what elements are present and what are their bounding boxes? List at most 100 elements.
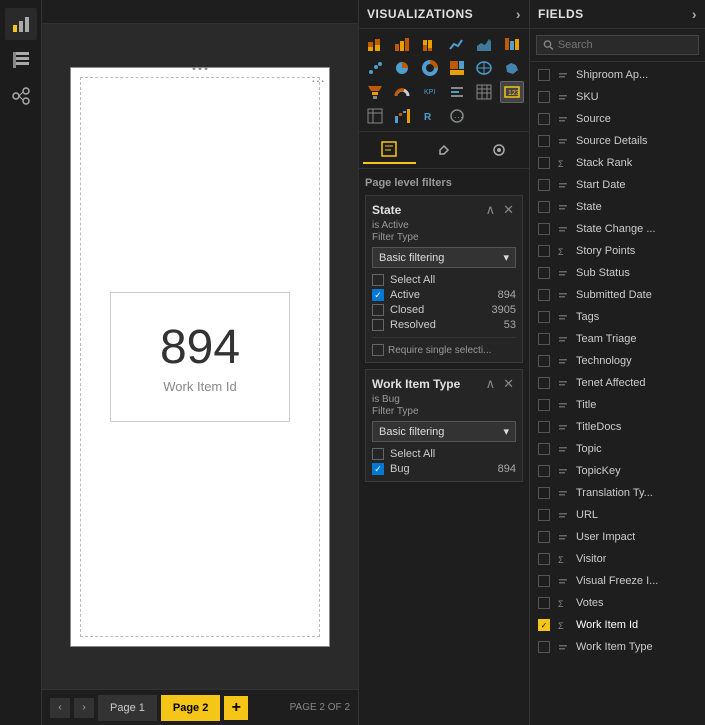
field-item[interactable]: ΣStack Rank xyxy=(530,152,705,174)
field-checkbox[interactable] xyxy=(538,487,550,499)
filter-state-expand[interactable]: ∧ xyxy=(484,202,498,218)
viz-table[interactable] xyxy=(472,81,496,103)
viz-treemap[interactable] xyxy=(445,57,469,79)
field-item[interactable]: Translation Ty... xyxy=(530,482,705,504)
field-item[interactable]: TopicKey xyxy=(530,460,705,482)
viz-tab-analytics[interactable] xyxy=(472,136,525,164)
field-checkbox[interactable] xyxy=(538,245,550,257)
fields-search-input[interactable] xyxy=(558,39,692,51)
viz-line[interactable] xyxy=(445,33,469,55)
field-checkbox[interactable] xyxy=(538,223,550,235)
field-checkbox[interactable] xyxy=(538,333,550,345)
field-checkbox[interactable] xyxy=(538,377,550,389)
field-checkbox[interactable] xyxy=(538,597,550,609)
field-checkbox[interactable] xyxy=(538,399,550,411)
viz-slicer[interactable] xyxy=(445,81,469,103)
filter-wit-selectall[interactable]: Select All xyxy=(372,448,516,460)
viz-card[interactable]: 123 xyxy=(500,81,524,103)
viz-map[interactable] xyxy=(472,57,496,79)
filter-state-resolved-checkbox[interactable] xyxy=(372,319,384,331)
filter-state-dropdown[interactable]: Basic filtering ▾ xyxy=(372,247,516,268)
field-item[interactable]: Topic xyxy=(530,438,705,460)
add-page-btn[interactable]: + xyxy=(224,696,248,720)
viz-100-bar[interactable] xyxy=(418,33,442,55)
viz-matrix[interactable] xyxy=(363,105,387,127)
field-item[interactable]: TitleDocs xyxy=(530,416,705,438)
field-item[interactable]: Title xyxy=(530,394,705,416)
viz-panel-arrow[interactable]: › xyxy=(516,6,521,22)
field-checkbox[interactable] xyxy=(538,619,550,631)
viz-gauge[interactable] xyxy=(390,81,414,103)
sidebar-item-report[interactable] xyxy=(5,8,37,40)
field-checkbox[interactable] xyxy=(538,465,550,477)
field-item[interactable]: ΣWork Item Id xyxy=(530,614,705,636)
field-item[interactable]: Tenet Affected xyxy=(530,372,705,394)
filter-wit-dropdown[interactable]: Basic filtering ▾ xyxy=(372,421,516,442)
viz-filled-map[interactable] xyxy=(500,57,524,79)
viz-stacked-bar[interactable] xyxy=(363,33,387,55)
field-checkbox[interactable] xyxy=(538,91,550,103)
field-item[interactable]: Technology xyxy=(530,350,705,372)
filter-wit-close[interactable]: ✕ xyxy=(501,376,516,392)
field-item[interactable]: Source xyxy=(530,108,705,130)
field-item[interactable]: URL xyxy=(530,504,705,526)
field-checkbox[interactable] xyxy=(538,641,550,653)
filter-option-selectall[interactable]: Select All xyxy=(372,274,516,286)
field-checkbox[interactable] xyxy=(538,355,550,367)
field-checkbox[interactable] xyxy=(538,201,550,213)
field-checkbox[interactable] xyxy=(538,575,550,587)
viz-scatter[interactable] xyxy=(363,57,387,79)
field-item[interactable]: Team Triage xyxy=(530,328,705,350)
field-item[interactable]: ΣStory Points xyxy=(530,240,705,262)
filter-state-closed-checkbox[interactable] xyxy=(372,304,384,316)
filter-option-active[interactable]: Active 894 xyxy=(372,289,516,301)
viz-ribbon[interactable] xyxy=(500,33,524,55)
field-item[interactable]: Tags xyxy=(530,306,705,328)
field-item[interactable]: Source Details xyxy=(530,130,705,152)
filter-option-resolved[interactable]: Resolved 53 xyxy=(372,319,516,331)
field-checkbox[interactable] xyxy=(538,531,550,543)
field-checkbox[interactable] xyxy=(538,179,550,191)
viz-funnel[interactable] xyxy=(363,81,387,103)
viz-donut[interactable] xyxy=(418,57,442,79)
field-item[interactable]: User Impact xyxy=(530,526,705,548)
filter-wit-bug[interactable]: Bug 894 xyxy=(372,463,516,475)
require-single-checkbox[interactable] xyxy=(372,344,384,356)
field-item[interactable]: Visual Freeze I... xyxy=(530,570,705,592)
filter-state-selectall-checkbox[interactable] xyxy=(372,274,384,286)
sidebar-item-data[interactable] xyxy=(5,44,37,76)
viz-kpi[interactable]: KPI xyxy=(418,81,442,103)
filter-option-closed[interactable]: Closed 3905 xyxy=(372,304,516,316)
field-checkbox[interactable] xyxy=(538,289,550,301)
field-checkbox[interactable] xyxy=(538,113,550,125)
viz-bar[interactable] xyxy=(390,33,414,55)
field-checkbox[interactable] xyxy=(538,135,550,147)
field-item[interactable]: State xyxy=(530,196,705,218)
fields-panel-arrow[interactable]: › xyxy=(692,6,697,22)
page-next-btn[interactable]: › xyxy=(74,698,94,718)
field-checkbox[interactable] xyxy=(538,443,550,455)
filter-wit-bug-checkbox[interactable] xyxy=(372,463,384,475)
field-checkbox[interactable] xyxy=(538,509,550,521)
viz-waterfall[interactable] xyxy=(390,105,414,127)
filter-wit-selectall-checkbox[interactable] xyxy=(372,448,384,460)
field-item[interactable]: Submitted Date xyxy=(530,284,705,306)
ellipsis-handle[interactable]: ··· xyxy=(311,72,325,88)
field-checkbox[interactable] xyxy=(538,267,550,279)
field-item[interactable]: ΣVotes xyxy=(530,592,705,614)
filter-state-close[interactable]: ✕ xyxy=(501,202,516,218)
field-item[interactable]: Shiproom Ap... xyxy=(530,64,705,86)
viz-r-script[interactable]: R xyxy=(418,105,442,127)
viz-area[interactable] xyxy=(472,33,496,55)
page-tab-2[interactable]: Page 2 xyxy=(161,695,220,721)
page-prev-btn[interactable]: ‹ xyxy=(50,698,70,718)
field-item[interactable]: Work Item Type xyxy=(530,636,705,658)
field-checkbox[interactable] xyxy=(538,421,550,433)
field-item[interactable]: ΣVisitor xyxy=(530,548,705,570)
field-item[interactable]: State Change ... xyxy=(530,218,705,240)
field-checkbox[interactable] xyxy=(538,311,550,323)
field-checkbox[interactable] xyxy=(538,69,550,81)
filter-state-active-checkbox[interactable] xyxy=(372,289,384,301)
field-item[interactable]: SKU xyxy=(530,86,705,108)
viz-tab-format[interactable] xyxy=(418,136,471,164)
